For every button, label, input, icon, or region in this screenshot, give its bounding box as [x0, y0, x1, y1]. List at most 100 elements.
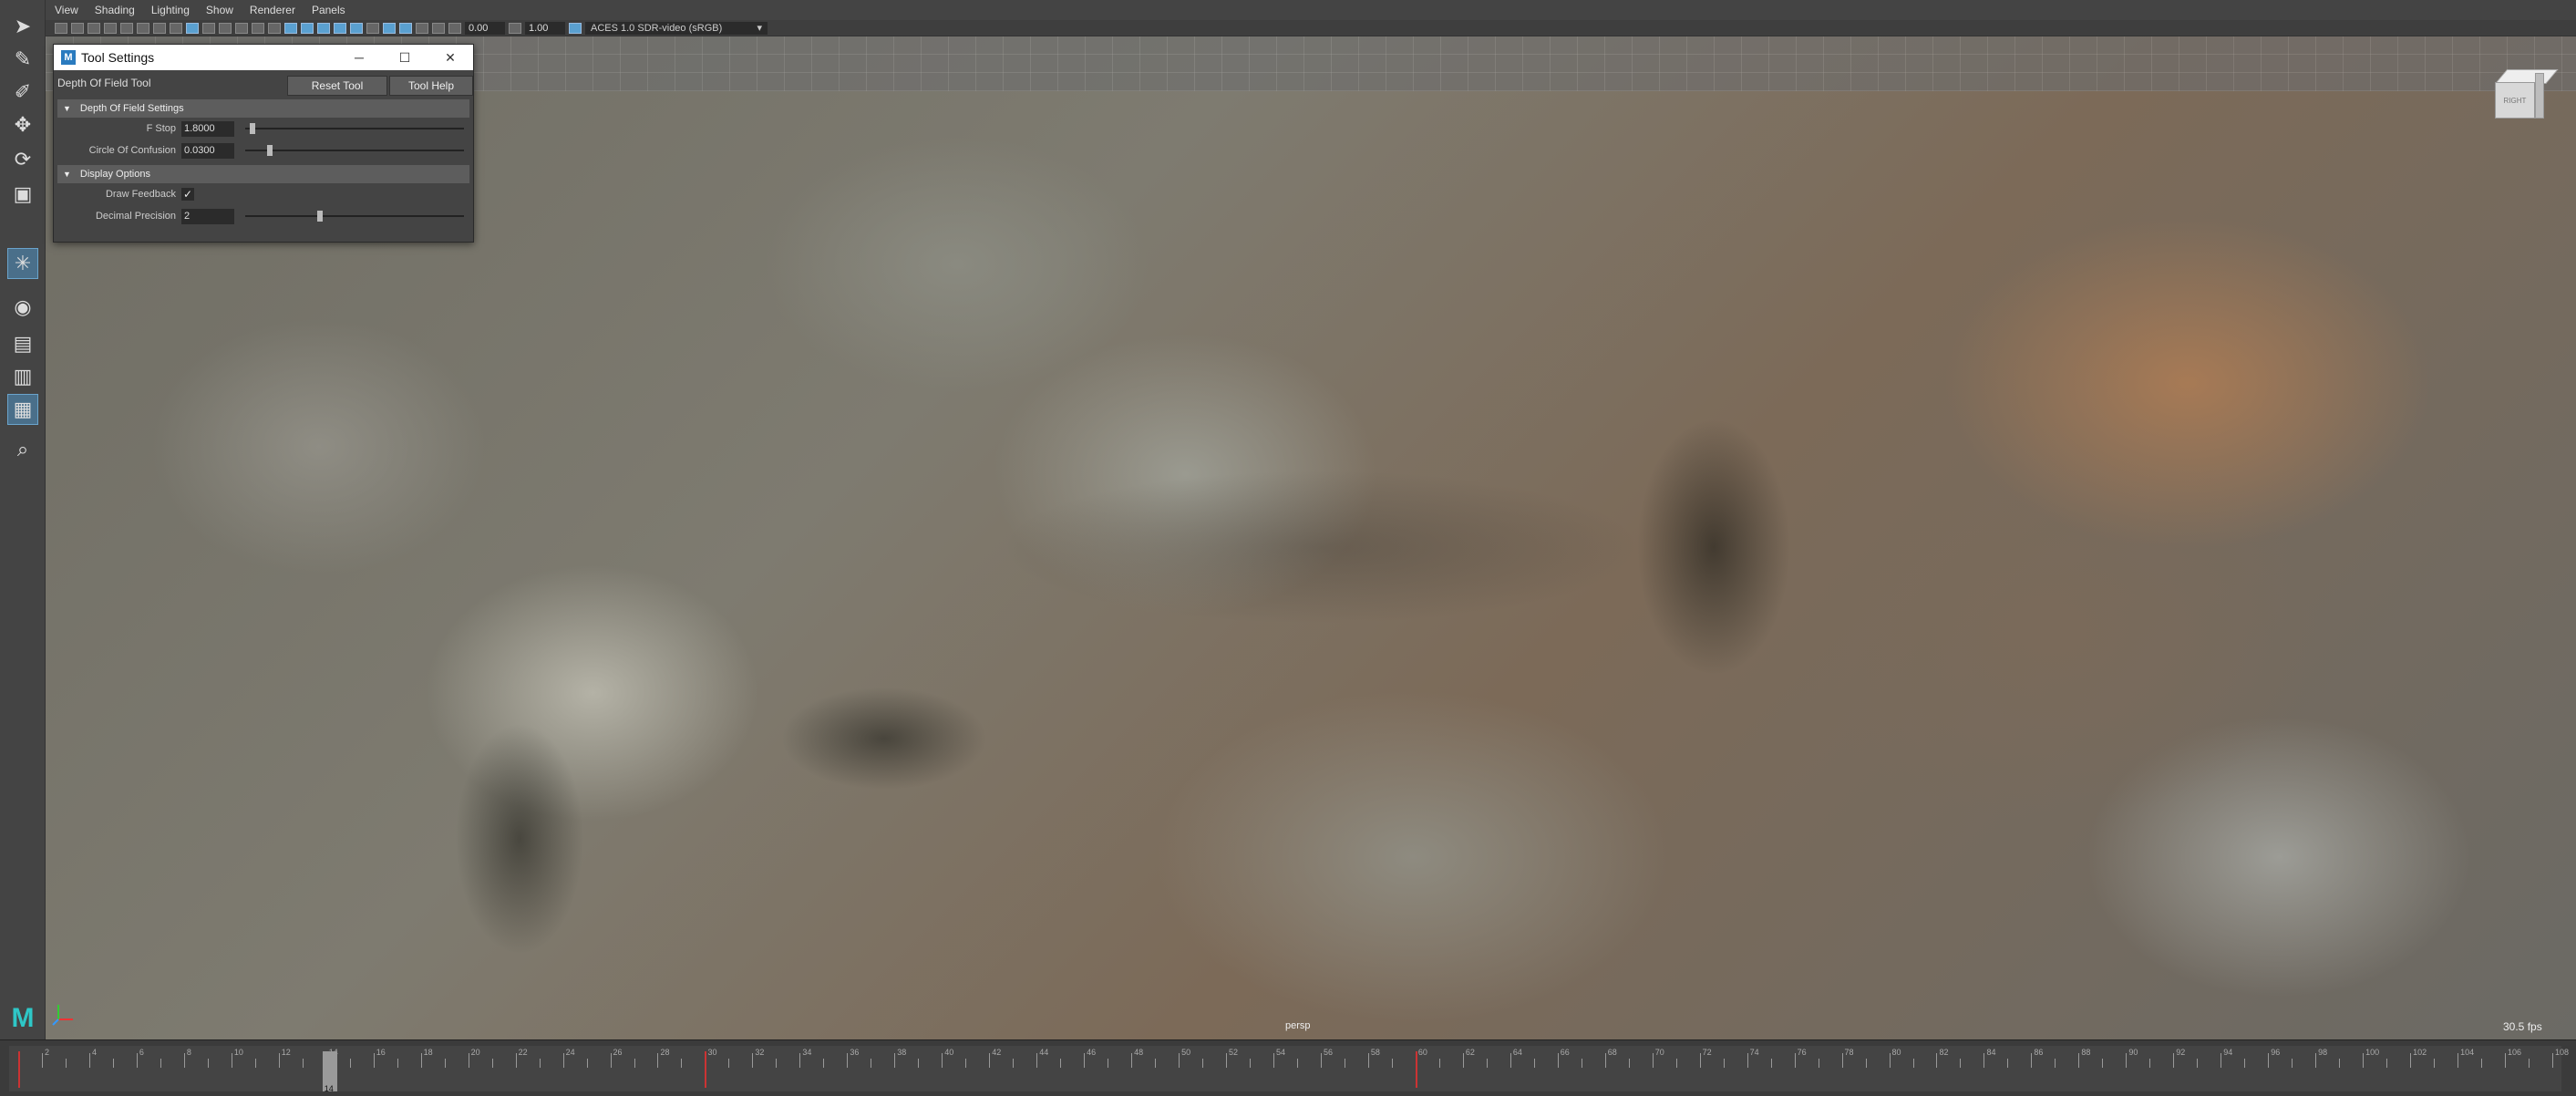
frame-tick: [1936, 1053, 1938, 1068]
fstop-field[interactable]: 1.8000: [181, 120, 234, 137]
ambient-occlusion-icon[interactable]: [301, 22, 314, 34]
exposure-field[interactable]: 0.00: [465, 21, 505, 35]
bookmarks-icon[interactable]: [88, 22, 100, 34]
image-plane-icon[interactable]: [104, 22, 117, 34]
rotate-tool-icon[interactable]: ⟳: [7, 144, 38, 175]
fstop-slider-track[interactable]: [245, 128, 464, 129]
menu-view[interactable]: View: [55, 4, 78, 16]
frame-label: 32: [755, 1048, 765, 1057]
camera-settings-icon[interactable]: [432, 22, 445, 34]
motion-blur-icon[interactable]: [317, 22, 330, 34]
fps-label: 30.5 fps: [2503, 1020, 2542, 1033]
exposure-icon[interactable]: [448, 22, 461, 34]
fstop-row: F Stop 1.8000: [54, 118, 473, 140]
maximize-icon[interactable]: ☐: [382, 45, 428, 70]
frame-label: 58: [1370, 1048, 1380, 1057]
scale-tool-icon[interactable]: ▣: [7, 179, 38, 210]
keyframe-marker[interactable]: [1415, 1051, 1417, 1088]
time-ruler[interactable]: 2468101214161820222426283032343638404244…: [9, 1046, 2569, 1093]
xray-joints-icon[interactable]: [399, 22, 412, 34]
close-icon[interactable]: ✕: [428, 45, 473, 70]
layout-single-icon[interactable]: ▤: [7, 328, 38, 359]
coc-field[interactable]: 0.0300: [181, 142, 234, 159]
minimize-icon[interactable]: ─: [336, 45, 382, 70]
camera-attributes-icon[interactable]: [71, 22, 84, 34]
frame-tick: [1628, 1059, 1630, 1068]
film-gate-icon[interactable]: [137, 22, 149, 34]
color-management-icon[interactable]: [569, 22, 582, 34]
menu-renderer[interactable]: Renderer: [250, 4, 295, 16]
frame-tick: [41, 1053, 43, 1068]
xray-icon[interactable]: [383, 22, 396, 34]
layout-two-icon[interactable]: ▥: [7, 361, 38, 392]
decimal-precision-row: Decimal Precision 2: [54, 205, 473, 227]
camera-icon[interactable]: ◉: [7, 292, 38, 323]
keyframe-marker[interactable]: [705, 1051, 707, 1088]
frame-tick: [65, 1059, 67, 1068]
decimal-precision-field[interactable]: 2: [181, 208, 234, 224]
wireframe-icon[interactable]: [186, 22, 199, 34]
layout-outliner-icon[interactable]: ▦: [7, 394, 38, 425]
frame-tick: [1533, 1059, 1535, 1068]
select-camera-icon[interactable]: [55, 22, 67, 34]
depth-of-field-icon[interactable]: [350, 22, 363, 34]
tool-help-button[interactable]: Tool Help: [389, 76, 473, 96]
default-material-icon[interactable]: [219, 22, 232, 34]
frame-label: 98: [2318, 1048, 2328, 1057]
frame-tick: [1794, 1053, 1796, 1068]
wireframe-on-shaded-icon[interactable]: [235, 22, 248, 34]
decimal-slider-track[interactable]: [245, 215, 464, 217]
time-slider[interactable]: 2468101214161820222426283032343638404244…: [0, 1039, 2576, 1096]
resolution-gate-icon[interactable]: [153, 22, 166, 34]
decimal-slider-handle[interactable]: [317, 211, 324, 222]
display-options-section[interactable]: ▼ Display Options: [57, 165, 469, 183]
move-tool-icon[interactable]: ✥: [7, 109, 38, 140]
gamma-icon[interactable]: [509, 22, 521, 34]
paint-select-icon[interactable]: ✐: [7, 77, 38, 108]
gamma-field[interactable]: 1.00: [525, 21, 565, 35]
frame-label: 80: [1891, 1048, 1901, 1057]
keyframe-marker[interactable]: [18, 1051, 20, 1088]
view-cube-side[interactable]: [2535, 73, 2544, 119]
frame-label: 46: [1087, 1048, 1097, 1057]
frame-tick: [2055, 1059, 2056, 1068]
frame-label: 30: [707, 1048, 717, 1057]
shadows-icon[interactable]: [284, 22, 297, 34]
menu-show[interactable]: Show: [206, 4, 233, 16]
menu-shading[interactable]: Shading: [95, 4, 135, 16]
textured-icon[interactable]: [252, 22, 264, 34]
lasso-tool-icon[interactable]: ✎: [7, 44, 38, 75]
smooth-shade-icon[interactable]: [202, 22, 215, 34]
grid-icon[interactable]: [120, 22, 133, 34]
menu-lighting[interactable]: Lighting: [151, 4, 190, 16]
frame-label: 26: [613, 1048, 623, 1057]
frame-tick: [515, 1053, 517, 1068]
frame-label: 96: [2271, 1048, 2281, 1057]
current-frame-indicator[interactable]: 14: [322, 1051, 337, 1093]
dof-settings-section[interactable]: ▼ Depth Of Field Settings: [57, 99, 469, 118]
coc-slider-handle[interactable]: [267, 145, 273, 156]
menu-panels[interactable]: Panels: [312, 4, 345, 16]
decimal-precision-label: Decimal Precision: [95, 211, 176, 222]
tool-name-label: Depth Of Field Tool: [57, 77, 151, 89]
frame-label: 52: [1229, 1048, 1239, 1057]
depth-of-field-tool-icon[interactable]: ✳: [7, 248, 38, 279]
coc-slider-track[interactable]: [245, 150, 464, 151]
view-cube-right-face[interactable]: RIGHT: [2495, 82, 2535, 119]
frame-tick: [444, 1059, 446, 1068]
draw-feedback-checkbox[interactable]: ✓: [181, 188, 194, 201]
lights-icon[interactable]: [268, 22, 281, 34]
anti-aliasing-icon[interactable]: [334, 22, 346, 34]
color-space-select[interactable]: ACES 1.0 SDR-video (sRGB) ▾: [585, 21, 768, 35]
reset-tool-button[interactable]: Reset Tool: [287, 76, 387, 96]
isolate-select-icon[interactable]: [366, 22, 379, 34]
fstop-slider-handle[interactable]: [249, 123, 255, 134]
view-cube[interactable]: RIGHT: [2491, 66, 2559, 120]
frame-tick: [1131, 1053, 1133, 1068]
zoom-icon[interactable]: ⌕: [7, 434, 38, 465]
frame-tick: [1250, 1059, 1252, 1068]
select-tool-icon[interactable]: ➤: [7, 11, 38, 42]
tool-settings-titlebar[interactable]: M Tool Settings ─ ☐ ✕: [54, 45, 473, 70]
gate-mask-icon[interactable]: [170, 22, 182, 34]
xray-components-icon[interactable]: [416, 22, 428, 34]
